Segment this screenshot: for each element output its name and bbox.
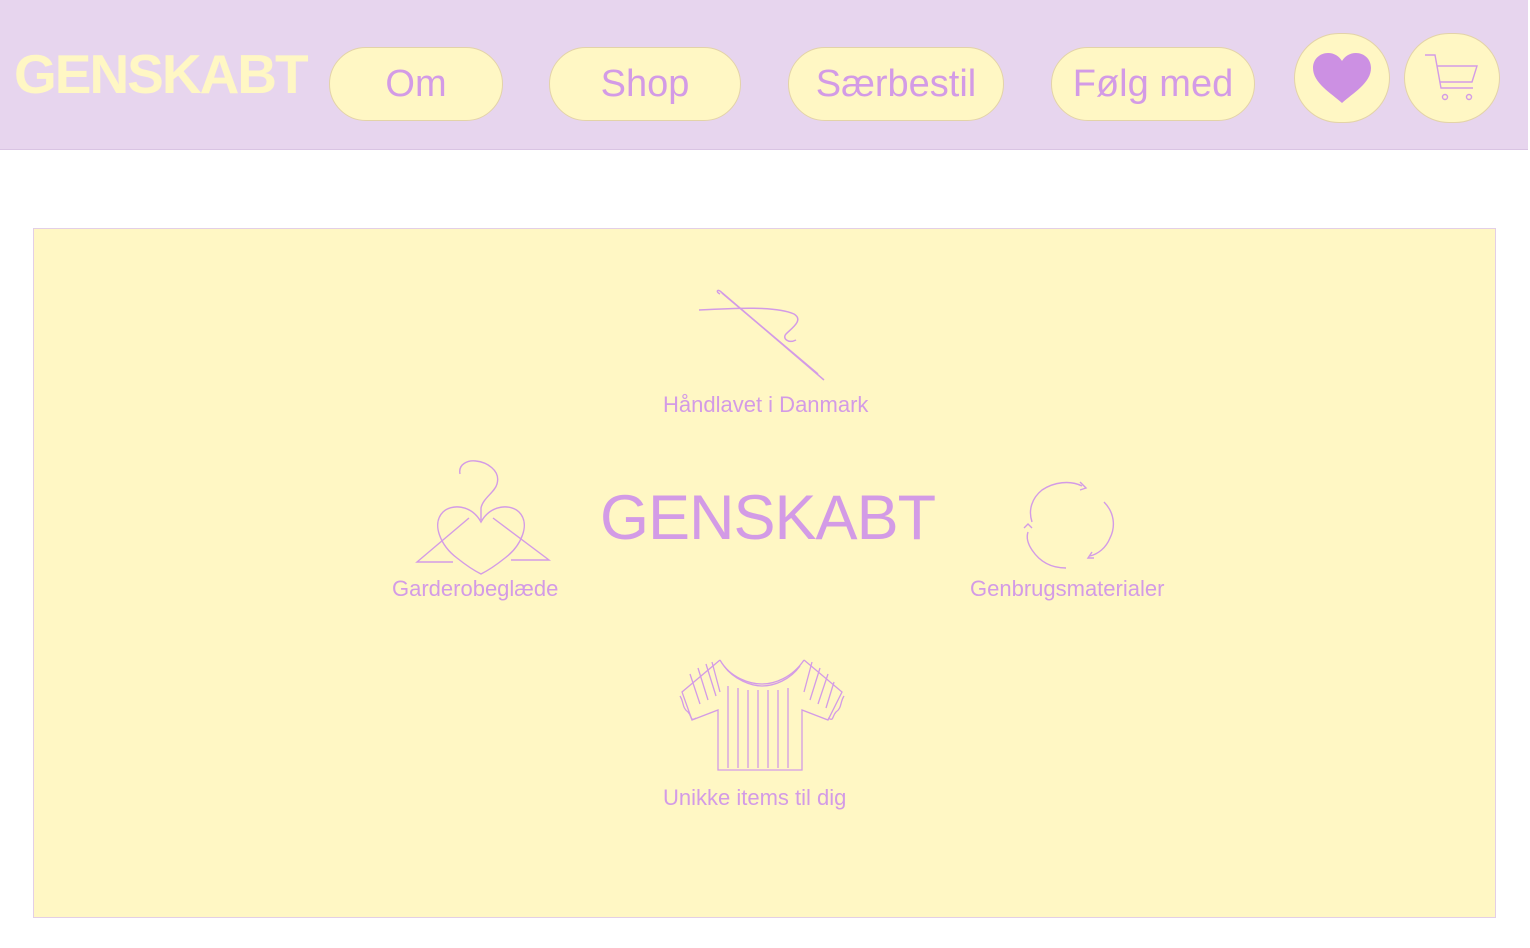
- needle-icon: [696, 288, 828, 384]
- nav-om[interactable]: Om: [329, 47, 503, 121]
- feature-wardrobe-label: Garderobeglæde: [392, 576, 559, 601]
- nav-shop[interactable]: Shop: [549, 47, 741, 121]
- nav-saerbestil[interactable]: Særbestil: [788, 47, 1004, 121]
- feature-unique-label: Unikke items til dig: [663, 785, 847, 810]
- heart-hanger-icon: [413, 458, 555, 576]
- hero-title: GENSKABT: [600, 483, 936, 553]
- logo[interactable]: GENSKABT: [14, 44, 309, 104]
- favorites-button[interactable]: [1294, 33, 1390, 123]
- shirt-icon: [676, 656, 850, 774]
- feature-recycled-label: Genbrugsmaterialer: [970, 576, 1165, 601]
- heart-icon: [1311, 51, 1373, 105]
- nav-foelg-med[interactable]: Følg med: [1051, 47, 1255, 121]
- cart-button[interactable]: [1404, 33, 1500, 123]
- recycle-icon: [1020, 478, 1120, 573]
- cart-icon: [1423, 52, 1481, 104]
- site-header: GENSKABT Om Shop Særbestil Følg med: [0, 0, 1528, 150]
- feature-handmade-label: Håndlavet i Danmark: [663, 392, 869, 417]
